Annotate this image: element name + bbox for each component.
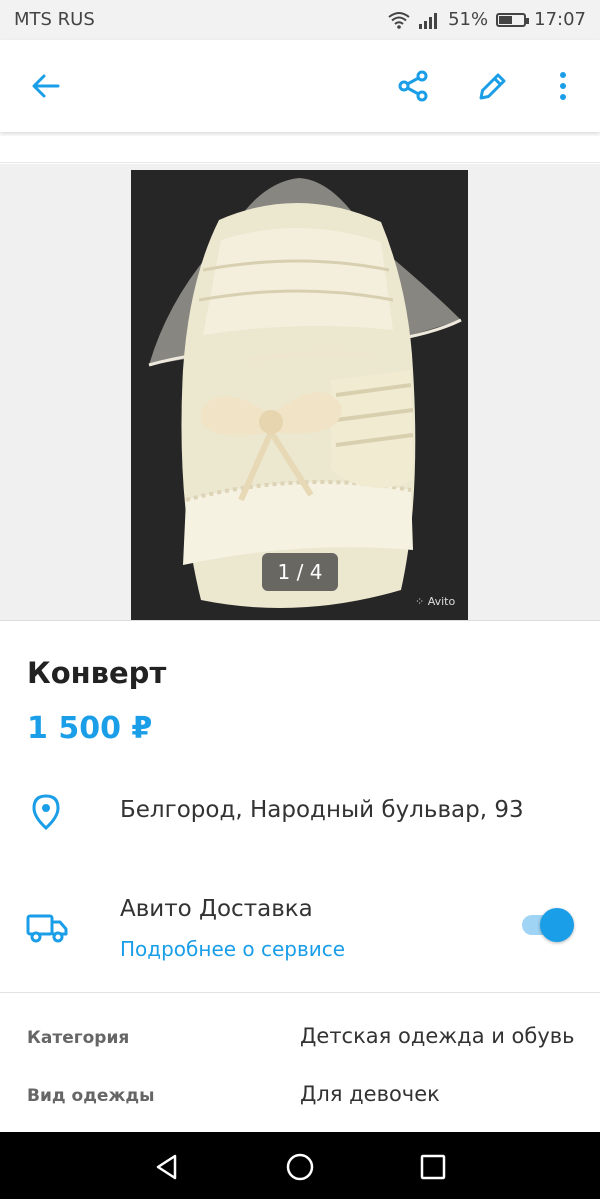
edit-button[interactable] [473,66,513,106]
share-button[interactable] [393,66,433,106]
wifi-icon [388,11,410,29]
back-arrow-icon [32,74,60,98]
back-button[interactable] [26,66,66,106]
property-key-clothing-type: Вид одежды [27,1086,155,1106]
location-pin-icon [32,794,60,830]
section-divider [0,992,600,993]
edit-icon [479,73,506,100]
toggle-knob [540,908,574,942]
share-icon [398,70,428,102]
battery-percent: 51% [448,9,489,30]
system-nav-bar [0,1132,600,1199]
status-bar: MTS RUS 51% 17:07 [0,0,600,40]
property-value-clothing-type: Для девочек [300,1082,440,1106]
battery-icon [496,12,530,27]
clock: 17:07 [534,9,586,30]
property-key-category: Категория [27,1028,130,1048]
listing-address[interactable]: Белгород, Народный бульвар, 93 [120,797,524,823]
avito-watermark: ⁘ Avito [415,595,456,608]
delivery-info-link[interactable]: Подробнее о сервисе [120,937,345,961]
photo-counter: 1 / 4 [262,553,338,591]
listing-price: 1 500 ₽ [27,711,153,746]
home-circle-icon [286,1153,314,1181]
more-button[interactable] [543,66,583,106]
avito-logo-icon: ⁘ [415,595,425,608]
photo-gallery[interactable]: 1 / 4 [0,164,600,621]
delivery-toggle[interactable] [520,908,574,942]
back-triangle-icon [156,1154,177,1180]
status-right: 51% 17:07 [388,9,586,30]
carrier-name: MTS RUS [14,9,95,30]
more-vert-icon [560,72,566,100]
nav-recents-button[interactable] [416,1150,450,1184]
property-value-category: Детская одежда и обувь [300,1024,575,1048]
app-bar [0,40,600,132]
delivery-truck-icon [26,914,68,943]
listing-title: Конверт [27,656,167,690]
signal-icon [419,12,438,29]
tab-spacer [0,136,600,163]
nav-back-button[interactable] [150,1150,184,1184]
delivery-title: Авито Доставка [120,896,313,922]
recents-square-icon [420,1154,446,1180]
nav-home-button[interactable] [283,1150,317,1184]
